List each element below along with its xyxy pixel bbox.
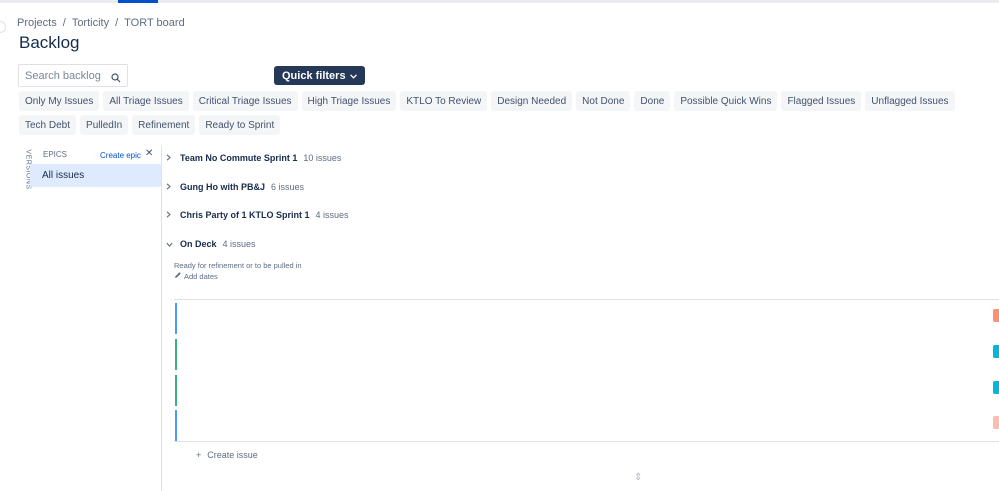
search-icon[interactable] [111,70,121,88]
versions-tab[interactable]: VERSIONS [18,149,32,190]
epic-color-stripe [175,339,177,370]
filter-chip[interactable]: Only My Issues [19,91,100,111]
pencil-icon [174,271,182,281]
quick-filters-label: Quick filters [282,69,346,82]
filter-chip[interactable]: Tech Debt [19,115,77,135]
filter-chip[interactable]: Done [634,91,671,111]
active-nav-indicator [118,0,158,3]
chevron-down-icon[interactable] [166,240,174,249]
epic-color-stripe [175,375,177,406]
quick-filter-chips: Only My Issues All Triage Issues Critica… [19,91,994,135]
epics-panel: EPICS Create epic ✕ All issues [30,146,162,491]
sprint-issue-count: 6 issues [271,182,305,192]
filter-chip[interactable]: KTLO To Review [400,91,488,111]
filter-chip[interactable]: Unflagged Issues [865,91,955,111]
epic-color-stripe [175,410,177,441]
issue-row[interactable] [174,373,999,408]
plus-icon: + [196,450,202,460]
issue-list [174,299,999,442]
search-box [18,64,128,87]
sprint-issue-count: 10 issues [303,153,342,163]
resize-handle-icon[interactable]: ⇕ [634,472,642,483]
create-issue-label: Create issue [207,450,258,460]
filter-chip[interactable]: Possible Quick Wins [674,91,778,111]
breadcrumb: Projects / Torticity / TORT board [17,17,185,29]
quick-filters-button[interactable]: Quick filters [274,66,365,85]
filter-chip[interactable]: Flagged Issues [781,91,862,111]
filter-chip[interactable]: Design Needed [491,91,573,111]
add-dates-link[interactable]: Add dates [174,271,218,281]
issue-row[interactable] [174,337,999,372]
sprint-description: Ready for refinement or to be pulled in [174,261,302,270]
breadcrumb-separator: / [62,17,66,29]
create-issue-button[interactable]: + Create issue [196,450,258,460]
sprint-name: On Deck [180,239,217,249]
create-epic-link[interactable]: Create epic [100,151,141,160]
all-issues-item[interactable]: All issues [30,164,161,187]
sprint-name: Chris Party of 1 KTLO Sprint 1 [180,210,310,220]
filter-chip[interactable]: High Triage Issues [301,91,397,111]
filter-chip[interactable]: Not Done [576,91,631,111]
filter-chip[interactable]: All Triage Issues [103,91,189,111]
chevron-right-icon[interactable] [166,153,174,163]
breadcrumb-separator: / [115,17,119,29]
sprint-header[interactable]: Gung Ho with PB&J 6 issues [166,182,304,192]
page-title: Backlog [19,33,80,52]
sprint-header[interactable]: Team No Commute Sprint 1 10 issues [166,153,341,163]
close-icon[interactable]: ✕ [145,148,153,159]
breadcrumb-project[interactable]: Torticity [72,17,109,29]
sprint-issue-count: 4 issues [315,210,349,220]
all-issues-label: All issues [42,170,85,181]
sidebar-collapse-toggle[interactable] [0,21,6,33]
epics-header: EPICS [43,150,68,159]
add-dates-label: Add dates [184,271,218,281]
issue-badge [993,345,999,358]
filter-chip[interactable]: Ready to Sprint [199,115,281,135]
search-input[interactable] [25,69,111,82]
issue-badge [993,309,999,322]
filter-chip[interactable]: PulledIn [80,115,129,135]
issue-row[interactable] [174,301,999,336]
epic-color-stripe [175,303,177,334]
sprint-name: Gung Ho with PB&J [180,182,265,192]
issue-row[interactable] [174,408,999,443]
breadcrumb-projects[interactable]: Projects [17,17,57,29]
chevron-right-icon[interactable] [166,182,174,192]
breadcrumb-board[interactable]: TORT board [124,17,185,29]
issue-badge [993,416,999,429]
sprint-issue-count: 4 issues [222,239,256,249]
chevron-right-icon[interactable] [166,210,174,220]
issue-badge [993,381,999,394]
chevron-down-icon [349,70,357,82]
sprint-header[interactable]: Chris Party of 1 KTLO Sprint 1 4 issues [166,210,349,220]
filter-chip[interactable]: Refinement [132,115,196,135]
sprint-header[interactable]: On Deck 4 issues [166,239,256,249]
sprint-name: Team No Commute Sprint 1 [180,153,298,163]
filter-chip[interactable]: Critical Triage Issues [192,91,298,111]
